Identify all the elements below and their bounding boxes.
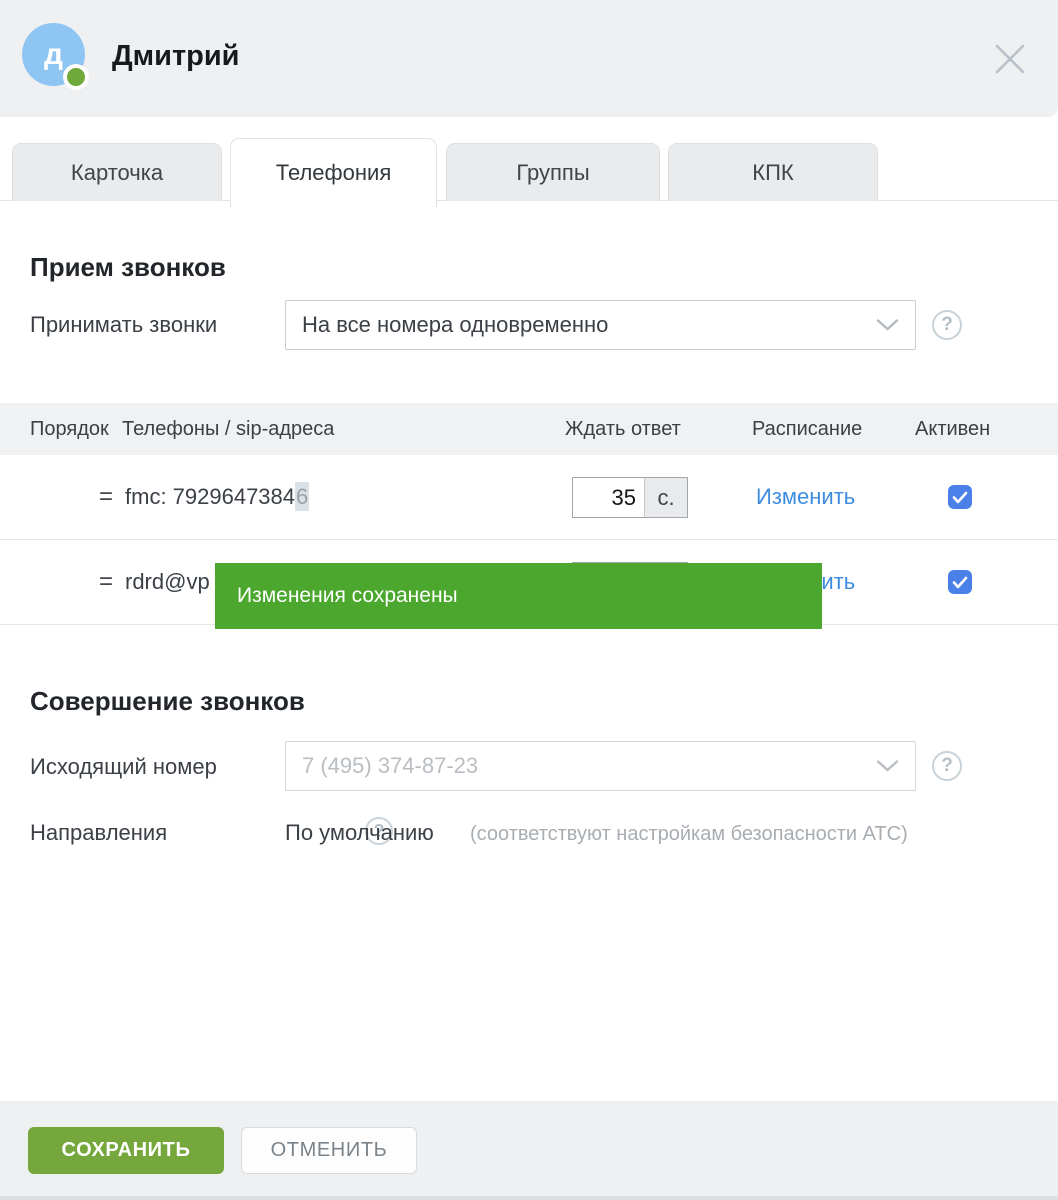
tab-groups[interactable]: Группы [446, 143, 660, 201]
col-phones: Телефоны / sip-адреса [122, 403, 334, 455]
bottom-edge-divider [0, 1196, 1058, 1200]
directions-label: Направления [30, 820, 167, 846]
active-checkbox[interactable] [948, 485, 972, 509]
col-order: Порядок [30, 403, 109, 455]
tab-groups-label: Группы [516, 160, 589, 186]
directions-note: (соответствуют настройкам безопасности А… [470, 823, 908, 846]
phone-number-text: rdrd@vp [125, 569, 210, 594]
col-schedule: Расписание [752, 403, 862, 455]
help-icon[interactable]: ? [932, 751, 962, 781]
wait-answer-field: с. [572, 477, 688, 518]
phone-number-text: fmc: 7929647384 [125, 484, 295, 509]
chevron-down-icon [876, 760, 899, 773]
help-icon[interactable]: ? [932, 310, 962, 340]
drag-handle[interactable]: = [99, 568, 113, 596]
saved-toast-message: Изменения сохранены [237, 584, 458, 608]
tab-telephony[interactable]: Телефония [230, 138, 437, 207]
checkmark-icon [952, 491, 968, 504]
tab-card-label: Карточка [71, 160, 163, 186]
dialog-footer: СОХРАНИТЬ ОТМЕНИТЬ [0, 1101, 1058, 1200]
wait-answer-unit: с. [644, 478, 687, 517]
section-title-incoming: Прием звонков [30, 252, 226, 283]
close-icon[interactable] [991, 40, 1029, 78]
active-checkbox[interactable] [948, 570, 972, 594]
tab-kpk-label: КПК [752, 160, 793, 186]
schedule-edit-link[interactable]: Изменить [756, 484, 855, 510]
phone-number[interactable]: rdrd@vp [125, 569, 210, 595]
table-row: = fmc: 79296473846 с. Изменить [0, 455, 1058, 540]
cancel-button[interactable]: ОТМЕНИТЬ [241, 1127, 417, 1174]
phone-number-selected-char: 6 [295, 482, 309, 511]
wait-answer-input[interactable] [573, 478, 644, 517]
receive-calls-value: На все номера одновременно [302, 312, 608, 338]
tab-telephony-label: Телефония [276, 160, 391, 186]
col-active: Активен [915, 403, 990, 455]
directions-value: По умолчанию [285, 820, 434, 846]
online-status-dot [63, 64, 89, 90]
tab-kpk[interactable]: КПК [668, 143, 878, 201]
phone-number[interactable]: fmc: 79296473846 [125, 484, 309, 510]
employee-dialog: д Дмитрий Карточка Телефония Группы КПК … [0, 0, 1058, 1200]
table-header-row: Порядок Телефоны / sip-адреса ? Ждать от… [0, 403, 1058, 455]
receive-calls-label: Принимать звонки [30, 312, 217, 338]
col-wait: Ждать ответ [565, 403, 681, 455]
save-button[interactable]: СОХРАНИТЬ [28, 1127, 224, 1174]
checkmark-icon [952, 576, 968, 589]
page-title: Дмитрий [112, 40, 240, 73]
receive-calls-select[interactable]: На все номера одновременно [285, 300, 916, 350]
chevron-down-icon [876, 319, 899, 332]
outgoing-number-value: 7 (495) 374-87-23 [302, 753, 478, 779]
saved-toast: Изменения сохранены [215, 563, 822, 629]
drag-handle[interactable]: = [99, 483, 113, 511]
tab-card[interactable]: Карточка [12, 143, 222, 201]
avatar-letter: д [44, 38, 63, 72]
outgoing-number-label: Исходящий номер [30, 754, 217, 780]
outgoing-number-select[interactable]: 7 (495) 374-87-23 [285, 741, 916, 791]
dialog-header: д Дмитрий [0, 0, 1058, 117]
avatar: д [22, 23, 85, 86]
section-title-outgoing: Совершение звонков [30, 686, 305, 717]
